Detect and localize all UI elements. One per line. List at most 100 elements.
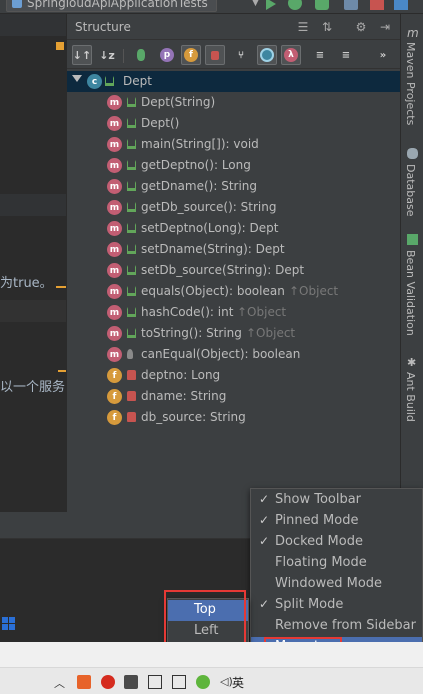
windows-logo-icon[interactable] bbox=[0, 613, 16, 635]
run-config-label: SpringloudApiApplicationTests bbox=[27, 0, 208, 10]
show-lambdas-hierarchy-button[interactable]: ⑂ bbox=[231, 45, 251, 65]
show-hidden-icons-icon[interactable]: ︿ bbox=[54, 675, 65, 690]
show-properties-button[interactable]: p bbox=[157, 45, 177, 65]
method-icon: m bbox=[107, 242, 122, 257]
expand-arrow-icon[interactable] bbox=[72, 75, 82, 82]
tree-member-row[interactable]: m setDname(String): Dept bbox=[67, 239, 401, 260]
lock-icon bbox=[127, 412, 136, 422]
tree-member-row[interactable]: m canEqual(Object): boolean bbox=[67, 344, 401, 365]
editor-text-line: 为true。 bbox=[0, 276, 53, 291]
public-visibility-icon bbox=[127, 307, 136, 317]
sort-by-visibility-button[interactable]: ↓↑ bbox=[72, 45, 92, 65]
sort-alphabetically-button[interactable]: ↓z bbox=[97, 45, 117, 65]
menu-item-label: Remove from Sidebar bbox=[275, 618, 416, 633]
tree-member-row[interactable]: m toString(): String ↑Object bbox=[67, 323, 401, 344]
run-config-selector[interactable]: SpringloudApiApplicationTests bbox=[6, 0, 217, 12]
method-icon: m bbox=[107, 137, 122, 152]
ant-icon: ✱ bbox=[407, 356, 417, 369]
inherited-from-label: ↑Object bbox=[246, 326, 296, 340]
hide-icon[interactable]: ⇥ bbox=[378, 20, 392, 34]
tree-member-row[interactable]: m setDb_source(String): Dept bbox=[67, 260, 401, 281]
tree-member-row[interactable]: f dname: String bbox=[67, 386, 401, 407]
tree-member-row[interactable]: m hashCode(): int ↑Object bbox=[67, 302, 401, 323]
method-icon: m bbox=[107, 116, 122, 131]
device-tray-icon[interactable] bbox=[148, 675, 162, 689]
database-tab[interactable]: Database bbox=[404, 164, 417, 217]
maven-projects-tab[interactable]: Maven Projects bbox=[404, 42, 417, 125]
inherited-from-label: ↑Object bbox=[289, 284, 339, 298]
tree-member-row[interactable]: m getDname(): String bbox=[67, 176, 401, 197]
public-visibility-icon bbox=[127, 139, 136, 149]
app-tray-icon[interactable] bbox=[77, 675, 91, 689]
menu-item-windowed-mode[interactable]: Windowed Mode bbox=[251, 574, 422, 595]
editor-band bbox=[0, 194, 66, 216]
tree-member-row[interactable]: f deptno: Long bbox=[67, 365, 401, 386]
tree-member-row[interactable]: m setDeptno(Long): Dept bbox=[67, 218, 401, 239]
menu-item-pinned-mode[interactable]: ✓ Pinned Mode bbox=[251, 511, 422, 532]
tree-member-row[interactable]: m equals(Object): boolean ↑Object bbox=[67, 281, 401, 302]
collapse-all-icon[interactable]: ⇅ bbox=[320, 20, 334, 34]
bean-validation-icon bbox=[407, 234, 418, 245]
tree-member-row[interactable]: m Dept(String) bbox=[67, 92, 401, 113]
menu-item-docked-mode[interactable]: ✓ Docked Mode bbox=[251, 532, 422, 553]
tree-member-row[interactable]: m getDeptno(): Long bbox=[67, 155, 401, 176]
public-visibility-icon bbox=[127, 328, 136, 338]
field-icon: f bbox=[107, 389, 122, 404]
maven-icon[interactable]: m bbox=[407, 26, 419, 40]
structure-scrollbar[interactable] bbox=[390, 71, 399, 431]
lock-icon bbox=[127, 370, 136, 380]
debug-icon[interactable] bbox=[288, 0, 302, 10]
taskbar-strip: ︿ ◁) 英 bbox=[0, 667, 423, 694]
expand-all-button[interactable]: ≡ bbox=[310, 45, 330, 65]
network-tray-icon[interactable] bbox=[124, 675, 138, 689]
expand-all-icon[interactable]: ☰ bbox=[296, 20, 310, 34]
monitor-tray-icon[interactable] bbox=[172, 675, 186, 689]
weibo-icon[interactable] bbox=[101, 675, 115, 689]
input-language-indicator[interactable]: 英 bbox=[232, 674, 244, 691]
stop-icon[interactable] bbox=[370, 0, 384, 10]
chevron-down-icon[interactable]: ▼ bbox=[252, 0, 259, 8]
show-fields-button[interactable]: f bbox=[181, 45, 201, 65]
gear-icon[interactable]: ⚙ bbox=[354, 20, 368, 34]
structure-tool-window[interactable]: Structure ☰ ⇅ ⚙ ⇥ ↓↑ ↓z p f ⑂ λ ≡ ≡ » c … bbox=[66, 14, 401, 512]
structure-toolbar: ↓↑ ↓z p f ⑂ λ ≡ ≡ » bbox=[67, 41, 401, 69]
ant-build-tab[interactable]: Ant Build bbox=[404, 372, 417, 422]
editor-band-2 bbox=[0, 300, 66, 322]
method-icon: m bbox=[107, 326, 122, 341]
show-non-public-button[interactable] bbox=[205, 45, 225, 65]
show-inherited-button[interactable] bbox=[131, 45, 151, 65]
inherited-from-label: ↑Object bbox=[237, 305, 287, 319]
menu-item-floating-mode[interactable]: Floating Mode bbox=[251, 553, 422, 574]
tree-member-row[interactable]: m getDb_source(): String bbox=[67, 197, 401, 218]
run-icon[interactable] bbox=[266, 0, 276, 10]
move-to-left[interactable]: Left bbox=[168, 621, 248, 642]
bean-validation-tab[interactable]: Bean Validation bbox=[404, 250, 417, 336]
move-to-top[interactable]: Top bbox=[168, 600, 248, 621]
member-signature: setDname(String): Dept bbox=[141, 242, 285, 256]
coverage-icon[interactable] bbox=[315, 0, 329, 10]
menu-item-label: Windowed Mode bbox=[275, 576, 383, 591]
show-anonymous-button[interactable] bbox=[257, 45, 277, 65]
field-icon: f bbox=[107, 410, 122, 425]
warning-underline bbox=[56, 286, 66, 288]
wechat-icon[interactable] bbox=[196, 675, 210, 689]
member-signature: canEqual(Object): boolean bbox=[141, 347, 301, 361]
menu-item-show-toolbar[interactable]: ✓ Show Toolbar bbox=[251, 490, 422, 511]
public-visibility-icon bbox=[105, 76, 114, 86]
tree-member-row[interactable]: f db_source: String bbox=[67, 407, 401, 428]
collapse-all-button[interactable]: ≡ bbox=[336, 45, 356, 65]
menu-item-remove-from-sidebar[interactable]: Remove from Sidebar bbox=[251, 616, 422, 637]
method-icon: m bbox=[107, 347, 122, 362]
show-lambda-button[interactable]: λ bbox=[281, 45, 301, 65]
menu-item-split-mode[interactable]: ✓ Split Mode bbox=[251, 595, 422, 616]
tree-member-row[interactable]: m Dept() bbox=[67, 113, 401, 134]
tree-root-class[interactable]: c Dept bbox=[67, 71, 401, 92]
tree-member-row[interactable]: m main(String[]): void bbox=[67, 134, 401, 155]
more-chevron-icon[interactable]: » bbox=[373, 45, 393, 65]
profile-icon[interactable] bbox=[344, 0, 358, 10]
editor-area[interactable]: 为true。 以一个服务 bbox=[0, 14, 68, 512]
volume-icon[interactable]: ◁) bbox=[220, 675, 233, 689]
method-icon: m bbox=[107, 95, 122, 110]
check-icon: ✓ bbox=[259, 534, 270, 548]
project-structure-icon[interactable] bbox=[394, 0, 408, 10]
